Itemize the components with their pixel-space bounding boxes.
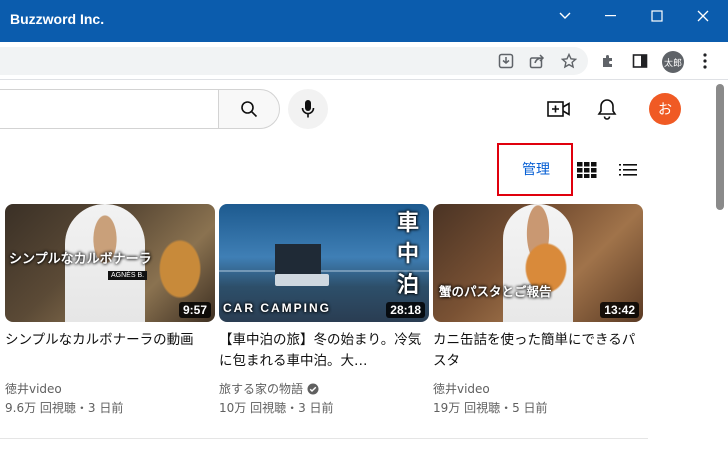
tab-search-button[interactable] bbox=[548, 4, 582, 28]
video-meta: 19万 回視聴・5 日前 bbox=[433, 401, 548, 415]
scrollbar-thumb[interactable] bbox=[716, 84, 724, 210]
video-card[interactable]: CAR CAMPING 車中泊 28:18 【車中泊の旅】冬の始まり。冷気に包ま… bbox=[219, 204, 429, 416]
maximize-icon bbox=[651, 10, 663, 22]
extensions-icon bbox=[603, 55, 612, 67]
install-icon bbox=[498, 53, 514, 69]
create-video-icon bbox=[547, 101, 570, 117]
bell-icon bbox=[597, 99, 617, 120]
browser-toolbar: 太郎 bbox=[0, 42, 728, 80]
close-icon bbox=[697, 10, 709, 22]
minimize-button[interactable] bbox=[594, 4, 628, 28]
voice-search-button[interactable] bbox=[288, 89, 328, 129]
video-duration: 13:42 bbox=[600, 302, 639, 318]
manage-button[interactable]: 管理 bbox=[522, 159, 550, 179]
browser-menu-button[interactable] bbox=[694, 50, 716, 72]
video-thumbnail[interactable]: シンプルなカルボナーラ AGNÈS B. 9:57 bbox=[5, 204, 215, 322]
minimize-icon bbox=[605, 15, 616, 17]
video-duration: 9:57 bbox=[178, 302, 211, 318]
grid-view-button[interactable] bbox=[575, 160, 599, 180]
channel-name[interactable]: 徳井video bbox=[433, 380, 490, 397]
search-input[interactable] bbox=[0, 89, 218, 129]
channel-name[interactable]: 旅する家の物語 bbox=[219, 380, 303, 397]
verified-check-icon bbox=[307, 383, 319, 394]
channel-name-row: 徳井video bbox=[5, 380, 215, 397]
share-icon bbox=[529, 54, 545, 69]
video-meta: 10万 回視聴・3 日前 bbox=[219, 401, 334, 415]
notifications-button[interactable] bbox=[592, 94, 622, 124]
kebab-menu-icon bbox=[703, 53, 707, 69]
install-app-button[interactable] bbox=[495, 50, 517, 72]
video-title[interactable]: カニ缶詰を使った簡単にできるパスタ bbox=[433, 330, 643, 372]
thumbnail-caption: シンプルなカルボナーラ bbox=[9, 252, 152, 267]
thumbnail-caption: 蟹のパスタとご報告 bbox=[439, 284, 552, 299]
thumbnail-vertical-text: 車中泊 bbox=[397, 211, 420, 298]
side-panel-icon bbox=[632, 54, 648, 68]
list-view-button[interactable] bbox=[616, 160, 640, 180]
channel-name-row: 徳井video bbox=[433, 380, 643, 397]
share-button[interactable] bbox=[526, 50, 548, 72]
extensions-button[interactable] bbox=[597, 50, 619, 72]
search-button[interactable] bbox=[218, 89, 280, 129]
video-thumbnail[interactable]: CAR CAMPING 車中泊 28:18 bbox=[219, 204, 429, 322]
video-title[interactable]: 【車中泊の旅】冬の始まり。冷気に包まれる車中泊。大… bbox=[219, 330, 429, 372]
section-divider bbox=[0, 438, 648, 439]
list-view-icon bbox=[619, 164, 637, 176]
truck-body bbox=[275, 274, 329, 286]
user-avatar[interactable]: お bbox=[649, 93, 681, 125]
star-icon bbox=[561, 53, 577, 69]
thumbnail-caption: CAR CAMPING bbox=[223, 301, 331, 315]
channel-name[interactable]: 徳井video bbox=[5, 380, 62, 397]
cat-figure bbox=[155, 234, 205, 304]
video-duration: 28:18 bbox=[386, 302, 425, 318]
video-card[interactable]: 蟹のパスタとご報告 13:42 カニ缶詰を使った簡単にできるパスタ 徳井vide… bbox=[433, 204, 643, 416]
microphone-icon bbox=[301, 100, 315, 118]
grid-view-icon bbox=[577, 162, 597, 178]
video-title[interactable]: シンプルなカルボナーラの動画 bbox=[5, 330, 215, 372]
side-panel-button[interactable] bbox=[629, 50, 651, 72]
channel-name-row: 旅する家の物語 bbox=[219, 380, 429, 397]
chevron-down-icon bbox=[559, 12, 571, 19]
video-card[interactable]: シンプルなカルボナーラ AGNÈS B. 9:57 シンプルなカルボナーラの動画… bbox=[5, 204, 215, 416]
window-title: Buzzword Inc. bbox=[10, 11, 105, 27]
search-icon bbox=[241, 101, 258, 118]
shirt-logo-text: AGNÈS B. bbox=[108, 271, 148, 280]
page-content: お 管理 シンプルなカルボナーラ AGNÈS B. 9:57 シンプルなカルボナ… bbox=[0, 80, 728, 460]
browser-profile-avatar[interactable]: 太郎 bbox=[662, 51, 684, 73]
create-button[interactable] bbox=[544, 94, 574, 124]
bookmark-button[interactable] bbox=[558, 50, 580, 72]
close-button[interactable] bbox=[686, 4, 720, 28]
maximize-button[interactable] bbox=[640, 4, 674, 28]
window-titlebar: Buzzword Inc. bbox=[0, 0, 728, 42]
video-meta: 9.6万 回視聴・3 日前 bbox=[5, 401, 124, 415]
video-thumbnail[interactable]: 蟹のパスタとご報告 13:42 bbox=[433, 204, 643, 322]
